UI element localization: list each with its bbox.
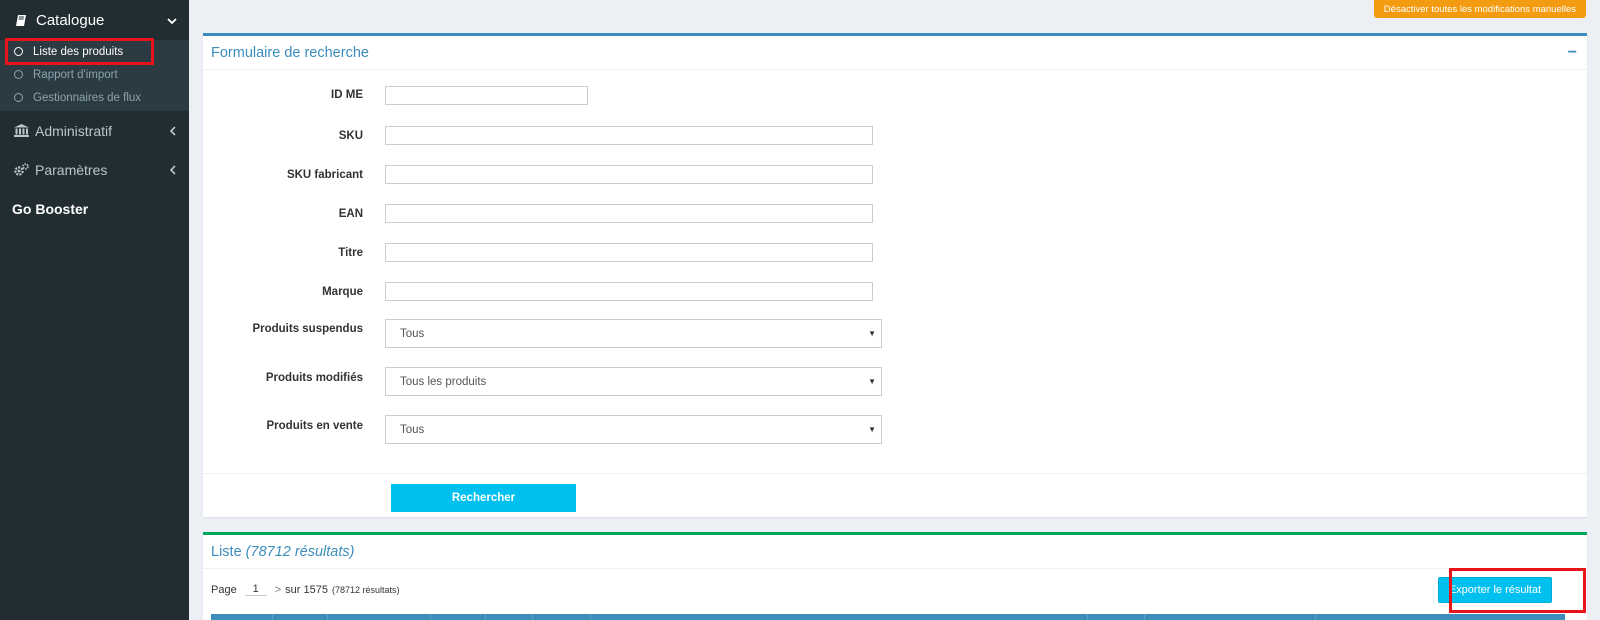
table-header-cell bbox=[1145, 614, 1316, 620]
menu-catalogue-label: Catalogue bbox=[36, 11, 105, 29]
search-form-title: Formulaire de recherche bbox=[211, 44, 369, 61]
produits-en-vente-select[interactable]: Tous ▼ bbox=[385, 415, 882, 444]
sidebar-item-rapport-import[interactable]: Rapport d'import bbox=[0, 63, 189, 86]
produits-suspendus-select[interactable]: Tous ▼ bbox=[385, 319, 882, 348]
page-label: Page bbox=[211, 583, 237, 596]
label-titre: Titre bbox=[338, 247, 363, 259]
caret-down-icon: ▼ bbox=[868, 329, 876, 338]
brand-go-booster[interactable]: Go Booster bbox=[0, 189, 189, 229]
table-header-cell bbox=[431, 614, 486, 620]
sidebar-item-label: Gestionnaires de flux bbox=[33, 91, 142, 104]
collapse-button[interactable]: − bbox=[1568, 44, 1579, 62]
table-header-cell bbox=[1088, 614, 1145, 620]
book-icon bbox=[12, 14, 30, 27]
table-header-cell bbox=[328, 614, 431, 620]
table-header-cell bbox=[486, 614, 533, 620]
label-id-me: ID ME bbox=[331, 89, 363, 101]
table-header-cell bbox=[591, 614, 1088, 620]
table-header-cell bbox=[273, 614, 328, 620]
select-value: Tous bbox=[400, 423, 425, 436]
label-produits-en-vente: Produits en vente bbox=[266, 420, 364, 432]
table-header-cell bbox=[533, 614, 591, 620]
bank-icon bbox=[12, 124, 30, 137]
produits-modifies-select[interactable]: Tous les produits ▼ bbox=[385, 367, 882, 396]
list-count: (78712 résultats) bbox=[245, 543, 355, 560]
menu-administratif-label: Administratif bbox=[35, 122, 113, 139]
caret-down-icon: ▼ bbox=[868, 377, 876, 386]
sidebar-item-label: Rapport d'import bbox=[33, 68, 118, 81]
label-ean: EAN bbox=[338, 208, 363, 220]
label-produits-suspendus: Produits suspendus bbox=[252, 323, 363, 335]
highlight-box bbox=[5, 38, 154, 65]
next-page-icon[interactable]: > bbox=[275, 584, 281, 596]
form-divider bbox=[203, 473, 1587, 474]
label-sku-fabricant: SKU fabricant bbox=[286, 169, 363, 181]
list-panel: Liste (78712 résultats) Page 1 > sur 157… bbox=[203, 532, 1587, 620]
ean-field[interactable] bbox=[385, 204, 873, 223]
gears-icon bbox=[12, 163, 30, 176]
marque-field[interactable] bbox=[385, 282, 873, 301]
page-total: sur 1575 bbox=[285, 583, 328, 596]
list-title-label: Liste bbox=[211, 543, 242, 560]
menu-parametres-label: Paramètres bbox=[35, 161, 108, 178]
page-number-input[interactable]: 1 bbox=[244, 583, 267, 596]
list-header: Liste (78712 résultats) bbox=[203, 535, 1587, 569]
list-title: Liste (78712 résultats) bbox=[211, 544, 354, 560]
menu-catalogue[interactable]: Catalogue bbox=[0, 0, 189, 40]
table-header-cell bbox=[1316, 614, 1555, 620]
sidebar-item-gestionnaires-de-flux[interactable]: Gestionnaires de flux bbox=[0, 86, 189, 109]
sku-field[interactable] bbox=[385, 126, 873, 145]
chevron-left-icon bbox=[169, 162, 177, 178]
label-produits-modifies: Produits modifiés bbox=[265, 372, 363, 384]
label-sku: SKU bbox=[338, 130, 363, 142]
table-header-cell bbox=[211, 614, 273, 620]
circle-icon bbox=[14, 70, 23, 79]
sku-fabricant-field[interactable] bbox=[385, 165, 873, 184]
search-button[interactable]: Rechercher bbox=[391, 484, 576, 512]
menu-parametres[interactable]: Paramètres bbox=[0, 150, 189, 189]
menu-administratif[interactable]: Administratif bbox=[0, 111, 189, 150]
search-form-panel: Formulaire de recherche − ID ME SKU SKU … bbox=[203, 33, 1587, 517]
sidebar: Catalogue Liste des produits Rapport d'i… bbox=[0, 0, 189, 620]
chevron-down-icon bbox=[167, 12, 177, 28]
results-count: (78712 résultats) bbox=[331, 584, 400, 595]
id-me-field[interactable] bbox=[385, 86, 588, 105]
highlight-box bbox=[1449, 568, 1586, 613]
titre-field[interactable] bbox=[385, 243, 873, 262]
results-table-header bbox=[211, 614, 1565, 620]
label-marque: Marque bbox=[322, 286, 363, 298]
caret-down-icon: ▼ bbox=[868, 425, 876, 434]
chevron-left-icon bbox=[169, 123, 177, 139]
select-value: Tous bbox=[400, 327, 425, 340]
disable-manual-modifications-button[interactable]: Désactiver toutes les modifications manu… bbox=[1373, 0, 1586, 18]
select-value: Tous les produits bbox=[400, 375, 487, 388]
pagination: Page 1 > sur 1575 (78712 résultats) bbox=[211, 583, 400, 596]
search-form-header: Formulaire de recherche − bbox=[203, 36, 1587, 70]
circle-icon bbox=[14, 93, 23, 102]
